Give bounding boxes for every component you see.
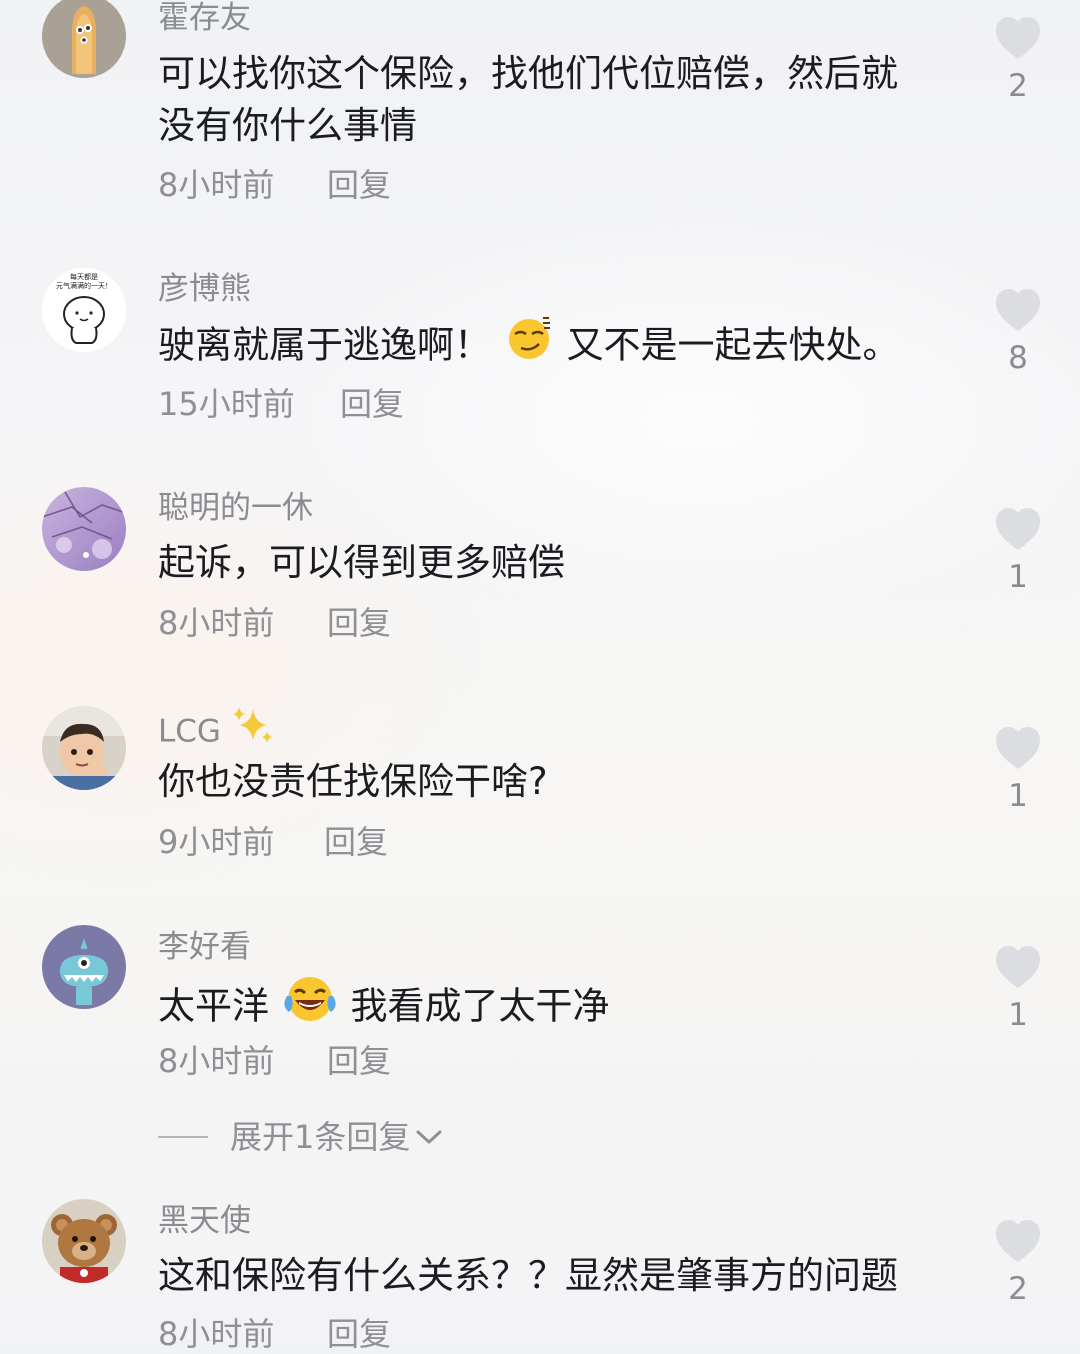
username-text: LCG [158,713,221,750]
like-button[interactable]: 2 [990,16,1046,106]
comment-text-part: 我看成了太干净 [350,984,610,1028]
like-count: 8 [1008,340,1028,376]
laughing-tears-emoji [281,972,339,1038]
like-count: 2 [1008,68,1028,104]
comment-text: 可以找你这个保险，找他们代位赔偿，然后就 没有你什么事情 [158,48,958,152]
sparkles-emoji [231,705,273,755]
reply-button[interactable]: 回复 [327,1041,391,1081]
username[interactable]: 聪明的一休 [158,488,313,528]
comment-text: 太平洋 我看成了太干净 [158,975,958,1041]
avatar-caption: 元气满满的一天！ [56,281,112,290]
username[interactable]: 彦博熊 [158,269,251,309]
reply-button[interactable]: 回复 [324,822,388,862]
smirk-emoji [503,314,555,374]
like-count: 1 [1008,778,1028,814]
avatar[interactable] [42,487,126,571]
username[interactable]: 霍存友 [158,0,251,38]
comment-text-part: 又不是一起去快处。 [566,323,900,367]
avatar-caption: 每天都是 [70,272,98,281]
heart-icon [996,289,1040,331]
like-button[interactable]: 2 [990,1219,1046,1309]
timestamp: 8小时前 [158,1315,275,1353]
chevron-down-icon [416,1130,442,1144]
comment-text-line: 没有你什么事情 [158,104,417,147]
avatar[interactable] [42,0,126,78]
like-count: 1 [1008,559,1028,595]
timestamp: 8小时前 [158,604,275,642]
comment-text: 你也没责任找保险干啥? [158,760,548,803]
comment-text-part: 驶离就属于逃逸啊！ [158,323,491,367]
heart-icon [996,727,1040,769]
comment-text: 起诉，可以得到更多赔偿 [158,541,565,584]
timestamp: 9小时前 [158,823,275,861]
like-button[interactable]: 1 [990,726,1046,816]
reply-button[interactable]: 回复 [340,384,404,424]
comment-text-part: 太平洋 [158,984,269,1028]
heart-icon [996,1220,1040,1262]
like-count: 2 [1008,1271,1028,1307]
comment-text: 驶离就属于逃逸啊！ 又不是一起去快处。 [158,317,958,377]
heart-icon [996,946,1040,988]
avatar[interactable] [42,1199,126,1283]
like-count: 1 [1008,997,1028,1033]
timestamp: 8小时前 [158,166,275,204]
like-button[interactable]: 1 [990,507,1046,597]
expand-replies-label: 展开1条回复 [230,1118,411,1156]
like-button[interactable]: 8 [990,288,1046,378]
heart-icon [996,17,1040,59]
comment-text: 这和保险有什么关系？？显然是肇事方的问题 [158,1254,898,1297]
reply-button[interactable]: 回复 [327,165,391,205]
timestamp: 8小时前 [158,1042,275,1080]
avatar[interactable] [42,706,126,790]
reply-button[interactable]: 回复 [327,603,391,643]
expand-divider [158,1136,208,1138]
like-button[interactable]: 1 [990,945,1046,1035]
username[interactable]: LCG [158,705,273,758]
reply-button[interactable]: 回复 [327,1314,391,1354]
expand-replies-button[interactable]: 展开1条回复 [158,1117,444,1157]
timestamp: 15小时前 [158,385,295,423]
avatar[interactable]: 每天都是 元气满满的一天！ [42,268,126,352]
username[interactable]: 李好看 [158,927,251,967]
comment-text-line: 可以找你这个保险，找他们代位赔偿，然后就 [158,52,898,95]
avatar[interactable] [42,925,126,1009]
username[interactable]: 黑天使 [158,1201,251,1241]
heart-icon [996,508,1040,550]
